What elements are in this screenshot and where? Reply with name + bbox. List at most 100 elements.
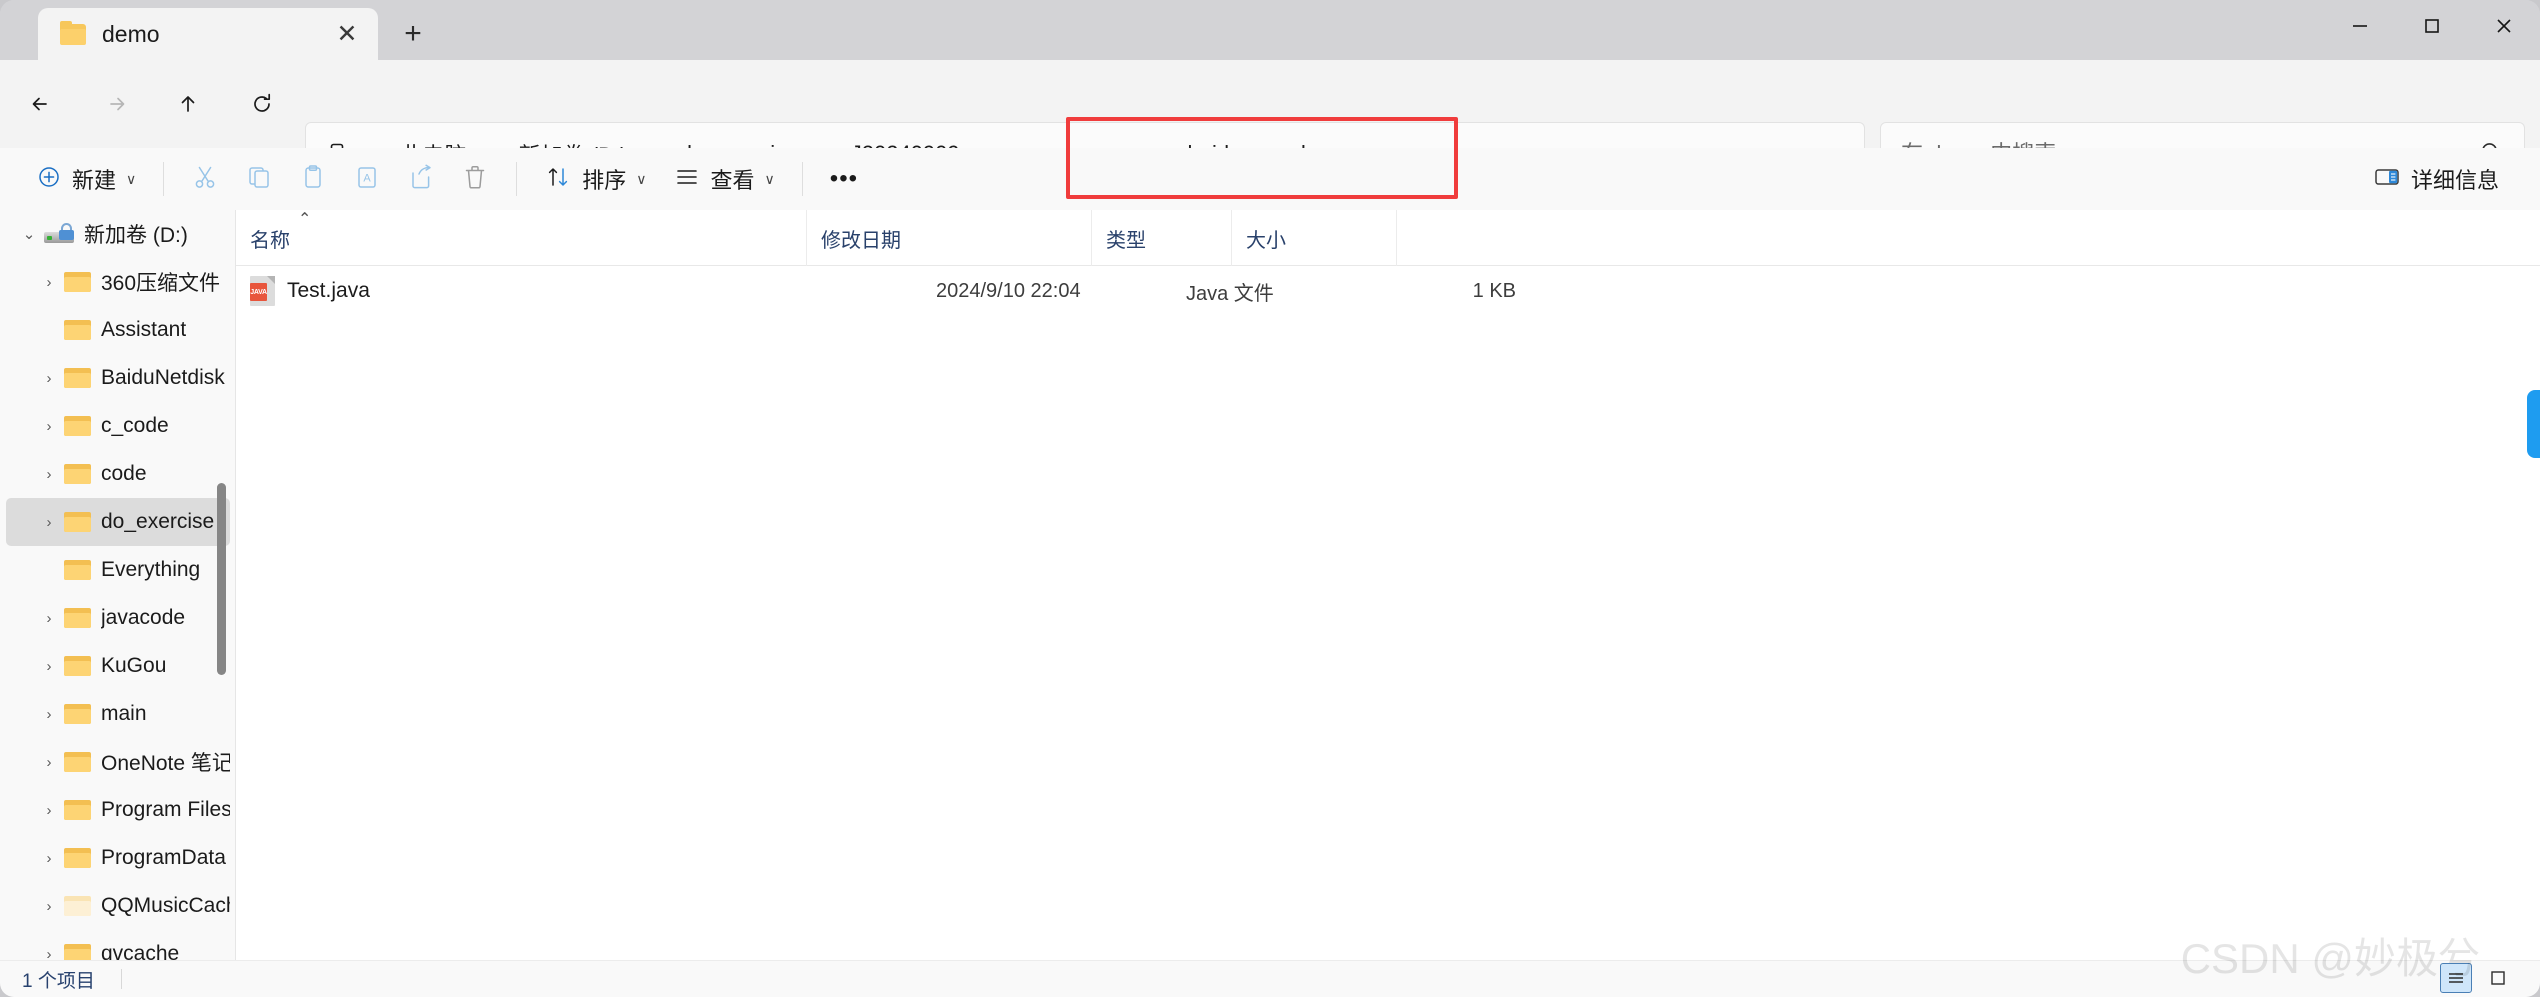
- column-header-blank[interactable]: [1396, 210, 1536, 266]
- tree-item-main[interactable]: › main: [6, 690, 230, 738]
- tree-item-label: javacode: [101, 606, 186, 629]
- folder-icon: [64, 319, 91, 341]
- chevron-down-icon[interactable]: ⌄: [14, 219, 44, 249]
- back-button[interactable]: [12, 74, 72, 134]
- column-header-label: 大小: [1246, 229, 1286, 252]
- file-size-cell: 1 KB: [1472, 279, 1516, 302]
- tree-item-label: ProgramData: [101, 846, 226, 869]
- tree-item-program-files[interactable]: › Program Files: [6, 786, 231, 834]
- chevron-right-icon[interactable]: ›: [34, 699, 64, 729]
- chevron-right-icon[interactable]: ›: [34, 267, 64, 297]
- java-file-icon: JAVA: [250, 276, 275, 306]
- drive-icon: [44, 223, 74, 245]
- details-pane-icon: [2373, 163, 2401, 196]
- tree-item-label: Program Files: [101, 798, 230, 821]
- sort-button[interactable]: 排序 ∨: [534, 155, 656, 203]
- tree-item-qvcache[interactable]: › qvcache: [6, 930, 230, 960]
- folder-icon: [60, 20, 86, 45]
- command-toolbar: 新建 ∨ A 排序 ∨ 查看 ∨ ••• 详细信息: [0, 148, 2540, 210]
- folder-icon: [64, 415, 91, 437]
- up-button[interactable]: [158, 74, 218, 134]
- more-options-button[interactable]: •••: [820, 155, 868, 203]
- column-header-name[interactable]: 名称 ⌃: [236, 210, 806, 266]
- chevron-right-icon[interactable]: ›: [34, 747, 64, 777]
- chevron-right-icon[interactable]: ›: [34, 891, 64, 921]
- folder-icon: [64, 847, 91, 869]
- scissors-icon: [191, 163, 219, 196]
- tree-item-c-code[interactable]: › c_code: [6, 402, 230, 450]
- cut-button[interactable]: [181, 155, 229, 203]
- tree-item-drive-d[interactable]: ⌄ 新加卷 (D:): [6, 210, 230, 258]
- column-header-label: 名称: [250, 229, 290, 252]
- sort-ascending-caret-icon: ⌃: [298, 211, 312, 228]
- column-header-date-modified[interactable]: 修改日期: [806, 210, 1091, 266]
- new-tab-button[interactable]: +: [384, 12, 442, 56]
- column-header-label: 修改日期: [821, 229, 901, 252]
- title-bar: demo ✕ +: [0, 0, 2540, 60]
- tree-item-javacode[interactable]: › javacode: [6, 594, 230, 642]
- details-view-button[interactable]: [2440, 963, 2472, 993]
- java-badge-label: JAVA: [250, 283, 267, 301]
- folder-icon: [64, 607, 91, 629]
- large-icons-view-button[interactable]: [2482, 963, 2514, 993]
- close-tab-icon[interactable]: ✕: [330, 17, 364, 51]
- tree-item-qqmusiccache[interactable]: › QQMusicCache: [6, 882, 231, 930]
- tree-item-baidunetdisk[interactable]: › BaiduNetdisk: [6, 354, 230, 402]
- paste-button[interactable]: [289, 155, 337, 203]
- chevron-right-icon[interactable]: ›: [34, 939, 64, 961]
- chevron-right-icon[interactable]: ›: [34, 411, 64, 441]
- column-header-type[interactable]: 类型: [1091, 210, 1231, 266]
- tab-label: demo: [102, 20, 160, 47]
- chevron-right-icon[interactable]: ›: [34, 363, 64, 393]
- folder-icon: [64, 511, 91, 533]
- status-divider: [120, 969, 122, 989]
- rename-button[interactable]: A: [343, 155, 391, 203]
- chevron-right-icon[interactable]: ›: [34, 507, 64, 537]
- tree-item-label: BaiduNetdisk: [101, 366, 225, 389]
- tree-item-360compress[interactable]: › 360压缩文件: [6, 258, 230, 306]
- status-bar: 1 个项目: [0, 960, 2540, 997]
- chevron-right-icon[interactable]: ›: [34, 843, 64, 873]
- tree-item-do-exercise[interactable]: › do_exercise: [6, 498, 230, 546]
- file-list-pane[interactable]: 名称 ⌃ 修改日期 类型 大小 JAVA Test.java 2024/9/10…: [236, 210, 2540, 960]
- maximize-button[interactable]: [2396, 0, 2468, 52]
- tree-item-everything[interactable]: Everything: [6, 546, 230, 594]
- tree-item-code[interactable]: › code: [6, 450, 230, 498]
- new-button[interactable]: 新建 ∨: [26, 155, 146, 203]
- tree-item-label: QQMusicCache: [101, 894, 230, 917]
- up-arrow-icon: [181, 96, 195, 112]
- close-window-button[interactable]: [2468, 0, 2540, 52]
- chevron-down-icon: ∨: [126, 170, 137, 187]
- share-button[interactable]: [397, 155, 445, 203]
- navigation-pane[interactable]: ⌄ 新加卷 (D:) › 360压缩文件 Assistant › BaiduNe…: [0, 210, 236, 960]
- toolbar-divider: [516, 162, 518, 196]
- file-name-label: Test.java: [287, 279, 370, 302]
- tree-item-programdata[interactable]: › ProgramData: [6, 834, 230, 882]
- refresh-button[interactable]: [232, 74, 292, 134]
- tab-demo[interactable]: demo ✕: [38, 8, 378, 60]
- details-pane-button[interactable]: 详细信息: [2363, 155, 2509, 203]
- delete-button[interactable]: [451, 155, 499, 203]
- minimize-button[interactable]: [2324, 0, 2396, 52]
- chevron-right-icon[interactable]: ›: [34, 651, 64, 681]
- tree-item-label: OneNote 笔记本: [101, 752, 230, 775]
- chevron-right-icon[interactable]: ›: [34, 459, 64, 489]
- sort-arrows-icon: [544, 163, 572, 196]
- column-header-size[interactable]: 大小: [1231, 210, 1396, 266]
- file-explorer-window: demo ✕ + 在 demo 中搜索 新建 ∨ A 排序 ∨ 查看 ∨ •••…: [0, 0, 2540, 997]
- chevron-right-icon[interactable]: ›: [34, 603, 64, 633]
- tree-item-label: KuGou: [101, 654, 167, 677]
- sidebar-scrollbar-thumb[interactable]: [217, 483, 226, 675]
- window-controls: [2324, 0, 2540, 52]
- side-flyout-handle[interactable]: [2527, 390, 2540, 458]
- table-row[interactable]: JAVA Test.java 2024/9/10 22:04 Java 文件 1…: [236, 266, 2540, 316]
- chevron-right-icon[interactable]: ›: [34, 795, 64, 825]
- svg-text:A: A: [364, 172, 372, 184]
- trash-icon: [461, 163, 489, 196]
- tree-item-assistant[interactable]: Assistant: [6, 306, 230, 354]
- tree-item-kugou[interactable]: › KuGou: [6, 642, 230, 690]
- copy-button[interactable]: [235, 155, 283, 203]
- tree-item-onenote[interactable]: › OneNote 笔记本: [6, 738, 230, 786]
- view-button[interactable]: 查看 ∨: [663, 155, 785, 203]
- view-button-label: 查看: [710, 168, 755, 193]
